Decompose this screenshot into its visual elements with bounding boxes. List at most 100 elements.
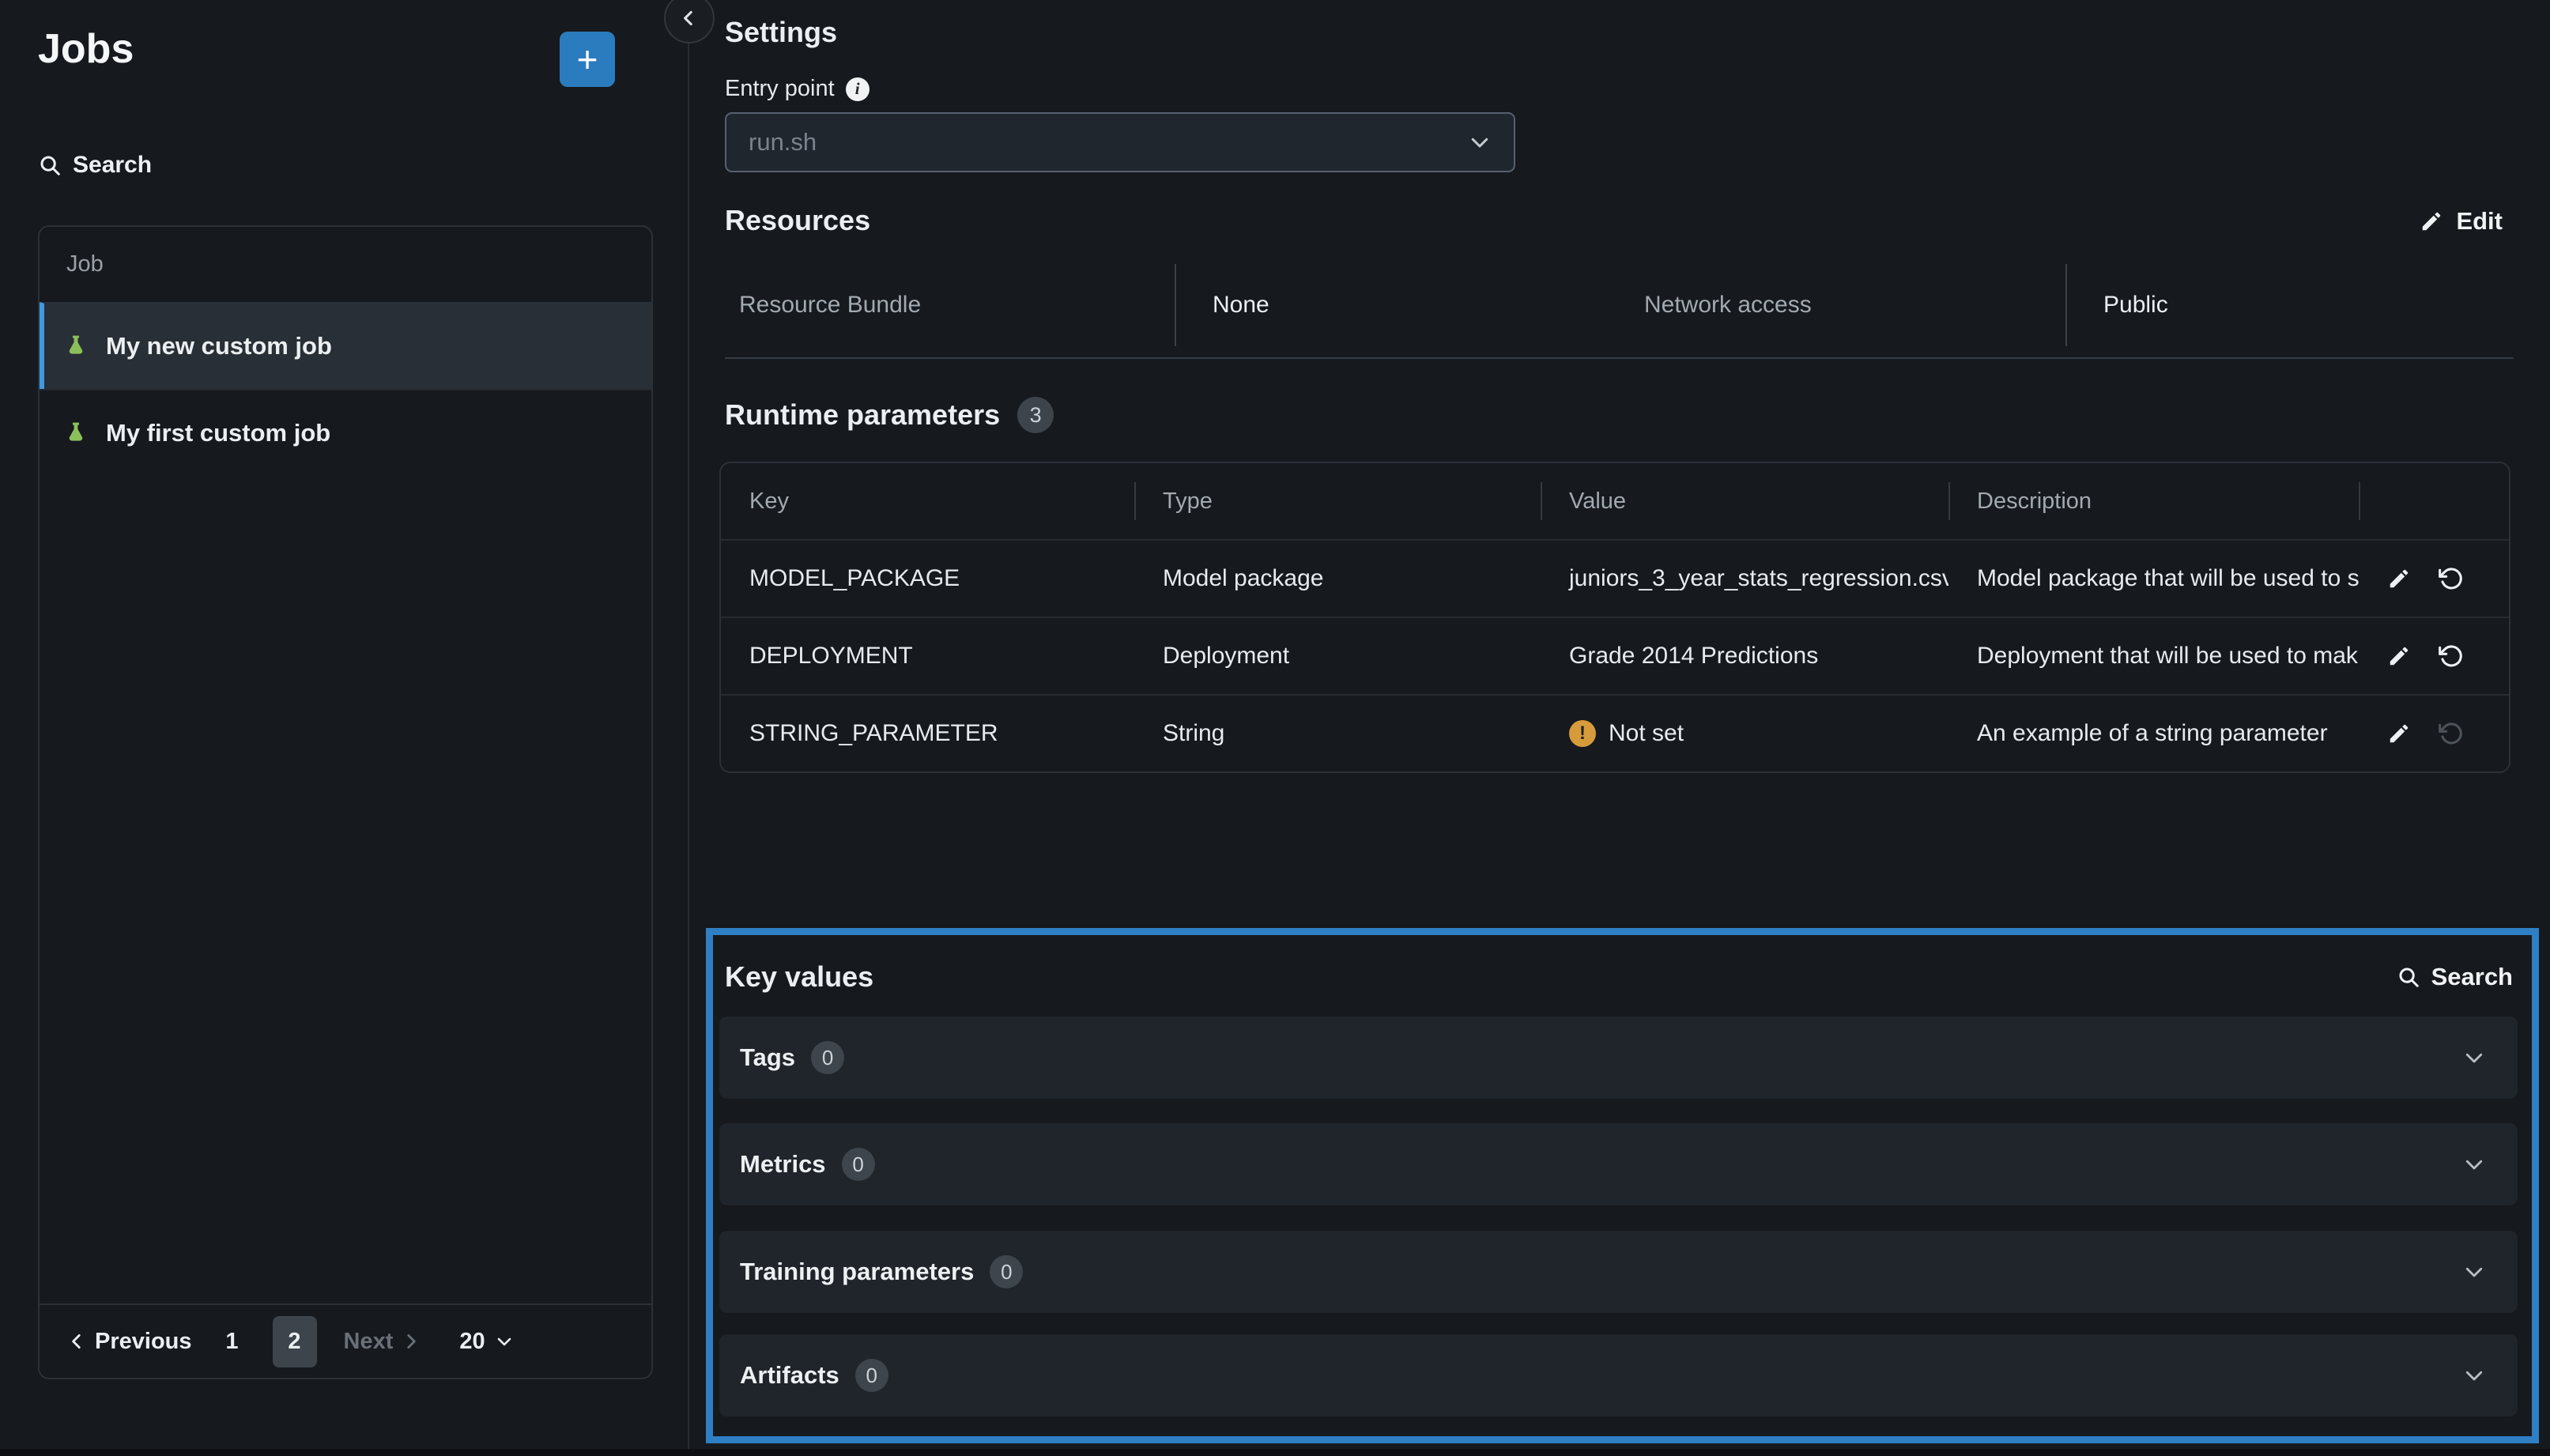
param-key: DEPLOYMENT [721,643,1134,670]
network-access-value: Public [2065,264,2514,346]
page-title: Jobs [38,25,134,73]
column-header-key: Key [721,463,1134,539]
table-row: MODEL_PACKAGE Model package juniors_3_ye… [721,539,2509,617]
entry-point-label: Entry point i [725,76,869,102]
job-detail-panel: Settings Entry point i run.sh Resources … [691,0,2550,1456]
param-key: STRING_PARAMETER [721,720,1134,747]
job-list-item-my-new-custom-job[interactable]: My new custom job [40,302,651,389]
settings-heading: Settings [725,16,837,49]
group-count-badge: 0 [842,1148,875,1181]
group-count-badge: 0 [855,1359,888,1392]
page-size-value: 20 [459,1329,485,1355]
jobs-sidebar: Jobs + Search Job My new custom job [0,0,689,1456]
runtime-parameters-table: Key Type Value Description MODEL_PACKAGE… [719,462,2510,773]
group-label: Artifacts [740,1361,839,1390]
search-label: Search [73,152,152,179]
metrics-group-toggle[interactable]: Metrics 0 [719,1123,2518,1205]
add-job-button[interactable]: + [560,32,615,87]
job-list-column-header: Job [40,227,651,302]
reset-parameter-button[interactable] [2438,643,2463,669]
column-header-description: Description [1948,463,2359,539]
resource-bundle-value: None [1175,264,1644,346]
resources-heading: Resources [725,204,870,237]
job-list-pagination: Previous 1 2 Next 20 [40,1303,651,1378]
row-actions [2359,721,2509,746]
jobs-page: Jobs + Search Job My new custom job [0,0,2550,1456]
job-name: My first custom job [106,419,330,447]
next-page-button[interactable]: Next [344,1329,422,1355]
group-label: Metrics [740,1150,826,1179]
page-bottom-edge [0,1449,2550,1456]
chevron-left-icon [678,8,699,28]
group-label: Tags [740,1043,795,1072]
edit-parameter-button[interactable] [2387,644,2411,668]
info-icon[interactable]: i [846,77,869,101]
key-values-header: Key values Search [725,960,2513,994]
param-type: String [1134,720,1541,747]
page-1-button[interactable]: 1 [219,1329,246,1355]
param-value-text: Not set [1609,720,1684,747]
entry-point-value: run.sh [749,128,1468,157]
flask-icon [63,334,89,359]
chevron-down-icon [495,1332,514,1351]
param-value: Grade 2014 Predictions [1541,643,1948,670]
flask-icon [63,421,89,446]
artifacts-group-toggle[interactable]: Artifacts 0 [719,1334,2518,1416]
job-name: My new custom job [106,332,332,360]
runtime-parameters-title: Runtime parameters [725,398,1000,432]
chevron-down-icon [2462,1152,2486,1176]
page-2-button[interactable]: 2 [273,1316,317,1367]
runtime-parameters-count-badge: 3 [1017,397,1054,433]
next-label: Next [344,1329,394,1355]
edit-parameter-button[interactable] [2387,722,2411,745]
edit-parameter-button[interactable] [2387,567,2411,590]
table-row: STRING_PARAMETER String ! Not set An exa… [721,694,2509,771]
chevron-down-icon [2462,1260,2486,1284]
entry-point-select[interactable]: run.sh [725,112,1515,172]
warning-icon: ! [1569,720,1596,747]
group-count-badge: 0 [811,1041,844,1074]
reset-parameter-button [2438,721,2463,746]
tags-group-toggle[interactable]: Tags 0 [719,1017,2518,1099]
entry-point-label-text: Entry point [725,76,835,102]
column-header-actions [2359,463,2509,539]
table-header-row: Key Type Value Description [721,463,2509,539]
training-parameters-group-toggle[interactable]: Training parameters 0 [719,1231,2518,1313]
param-description: An example of a string parameter [1948,720,2359,747]
key-values-section: Key values Search Tags 0 M [706,928,2539,1443]
table-row: DEPLOYMENT Deployment Grade 2014 Predict… [721,617,2509,694]
key-values-search-label: Search [2431,963,2513,991]
job-search-toggle[interactable]: Search [38,152,152,179]
param-description: Deployment that will be used to mak... [1948,643,2359,670]
resource-summary-row: Resource Bundle None Network access Publ… [725,264,2514,346]
resource-bundle-label: Resource Bundle [725,264,1175,346]
chevron-left-icon [66,1331,87,1352]
row-actions [2359,643,2509,669]
chevron-down-icon [1468,130,1492,154]
group-count-badge: 0 [990,1255,1023,1288]
previous-label: Previous [95,1329,192,1355]
column-header-value: Value [1541,463,1948,539]
job-list-item-my-first-custom-job[interactable]: My first custom job [40,389,651,476]
section-divider [725,357,2514,359]
key-values-search-button[interactable]: Search [2397,963,2513,991]
plus-icon: + [577,38,598,81]
job-list-panel: Job My new custom job My first custom jo… [38,225,653,1379]
job-list-empty-space [40,476,651,1303]
previous-page-button[interactable]: Previous [66,1329,192,1355]
reset-parameter-button[interactable] [2438,566,2463,591]
chevron-down-icon [2462,1364,2486,1387]
edit-resources-button[interactable]: Edit [2420,207,2503,236]
chevron-down-icon [2462,1046,2486,1069]
edit-label: Edit [2456,207,2503,236]
chevron-right-icon [401,1331,421,1352]
page-size-dropdown[interactable]: 20 [459,1329,513,1355]
column-header-type: Type [1134,463,1541,539]
param-value: ! Not set [1541,720,1948,747]
param-value: juniors_3_year_stats_regression.csv ... [1541,565,1948,592]
key-values-heading: Key values [725,960,873,994]
param-description: Model package that will be used to s... [1948,565,2359,592]
param-type: Model package [1134,565,1541,592]
row-actions [2359,566,2509,591]
network-access-label: Network access [1644,264,2065,346]
